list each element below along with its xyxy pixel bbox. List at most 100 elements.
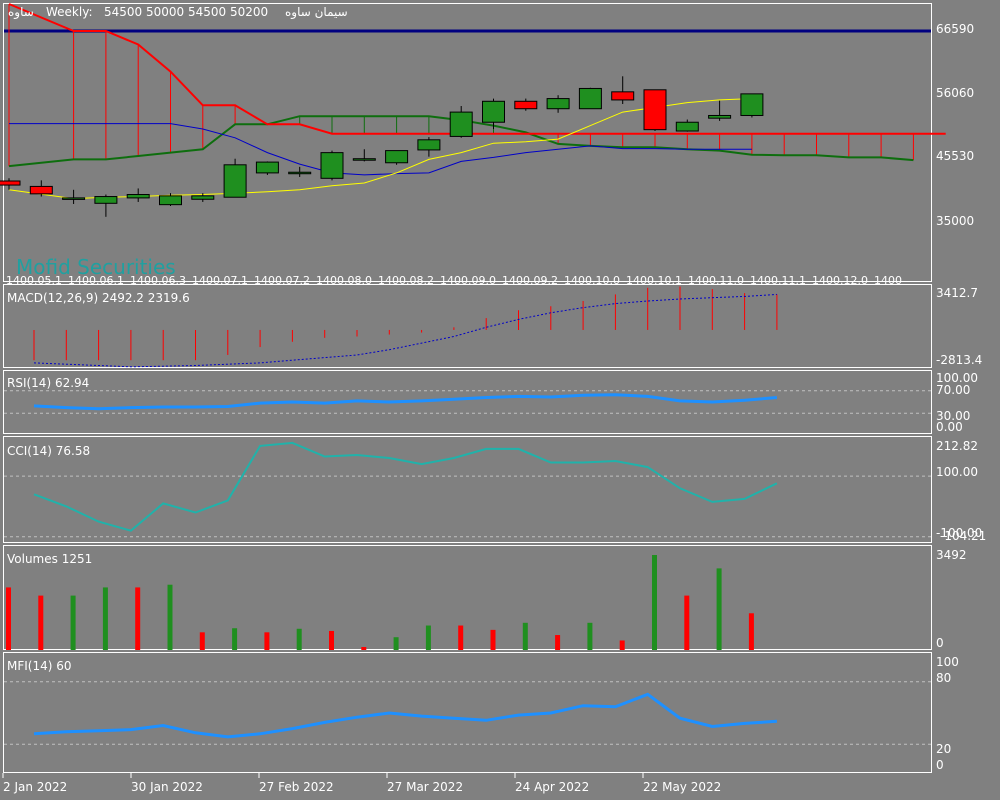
volume-bar <box>102 587 108 650</box>
mfi-level-label: 100 <box>936 655 959 669</box>
volume-bar <box>264 632 270 650</box>
volume-bar <box>652 555 657 650</box>
date-label: 1400.09.0 <box>440 274 496 287</box>
volume-bar <box>296 628 302 650</box>
candle-body <box>417 139 441 151</box>
date-label-row: 1400.05.1 1400.06.1 1400.06.3 1400.07.1 1400… <box>6 274 902 287</box>
volume-bar <box>555 635 561 650</box>
candle-body <box>255 161 279 174</box>
date-label: 1400.11.0 <box>688 274 744 287</box>
date-label: 1400.08.2 <box>378 274 434 287</box>
header-symbol: ساوه <box>8 5 34 20</box>
date-label: 1400.07.2 <box>254 274 310 287</box>
time-axis-label: 2 Jan 2022 <box>3 780 67 794</box>
time-axis-label: 30 Jan 2022 <box>131 780 203 794</box>
mfi-level-label: 80 <box>936 671 951 685</box>
candle-body <box>62 197 86 200</box>
candle-body <box>0 180 21 186</box>
candle-body <box>126 194 150 199</box>
candle-body <box>514 100 538 110</box>
candle-body <box>449 111 473 137</box>
rsi-line <box>33 393 778 411</box>
date-label: 1400.08.0 <box>316 274 372 287</box>
ichimoku-red-line <box>8 3 946 135</box>
mfi-level-label: 20 <box>936 742 951 756</box>
volume-plot <box>6 555 754 650</box>
candle-body <box>643 89 667 131</box>
candle-body <box>320 152 344 179</box>
cci-line <box>33 441 778 532</box>
price-axis-label: 45530 <box>936 149 974 163</box>
volume-panel[interactable] <box>3 545 932 650</box>
volume-top-label: 3492 <box>936 548 967 562</box>
price-plot <box>0 3 946 217</box>
date-label: 1400.10.1 <box>626 274 682 287</box>
volume-bar <box>425 625 431 650</box>
candle-body <box>611 91 635 101</box>
rsi-plot <box>4 390 931 414</box>
macd-bottom-label: -2813.4 <box>936 353 982 367</box>
cci-panel[interactable] <box>3 436 932 543</box>
candle-body <box>29 185 53 195</box>
volume-bar <box>522 622 528 650</box>
volume-bar <box>587 622 593 650</box>
volume-bar <box>684 595 690 650</box>
volume-bar <box>135 587 141 650</box>
mfi-title: MFI(14) 60 <box>7 659 72 673</box>
date-label: 1400.11.1 <box>750 274 806 287</box>
cci-level-label: 100.00 <box>936 465 978 479</box>
candle-body <box>385 150 409 164</box>
volume-bar <box>748 613 754 650</box>
candle-body <box>578 87 602 110</box>
price-panel[interactable] <box>3 3 932 282</box>
rsi-level-label: 0.00 <box>936 420 963 434</box>
date-label: 1400.12.0 <box>812 274 868 287</box>
volume-bar <box>393 637 399 650</box>
time-axis-label: 27 Feb 2022 <box>259 780 334 794</box>
volume-bar <box>232 628 238 650</box>
rsi-level-label: 70.00 <box>936 383 970 397</box>
volume-bar <box>167 584 173 650</box>
candle-body <box>482 100 505 123</box>
date-label: 1400 <box>874 274 902 287</box>
volume-bar <box>38 595 44 650</box>
candle-body <box>675 121 699 132</box>
macd-signal-line <box>33 293 777 368</box>
volume-bar <box>458 625 464 650</box>
time-axis-ticks <box>2 773 644 778</box>
price-axis-label: 35000 <box>936 214 974 228</box>
candle-body <box>223 164 247 198</box>
volume-bar <box>716 568 722 650</box>
volume-bar <box>70 595 76 650</box>
time-axis-label: 22 May 2022 <box>643 780 721 794</box>
date-label: 1400.10.0 <box>564 274 620 287</box>
volume-bar <box>619 640 625 650</box>
mfi-level-label: 0 <box>936 758 944 772</box>
stock-chart-window: ساوه Weekly: 54500 50000 54500 50200 سیم… <box>0 3 986 794</box>
volume-bar <box>329 630 334 650</box>
header-timeframe: Weekly: <box>46 5 92 19</box>
mfi-panel[interactable] <box>3 652 932 773</box>
time-axis-label: 27 Mar 2022 <box>387 780 463 794</box>
volume-bar <box>361 647 367 650</box>
macd-top-label: 3412.7 <box>936 286 978 300</box>
candle-body <box>94 196 118 204</box>
volume-title: Volumes 1251 <box>7 552 92 566</box>
kijun-blue-line <box>9 123 752 176</box>
date-label: 1400.06.1 <box>68 274 124 287</box>
volume-bar <box>6 587 11 650</box>
price-axis-label: 56060 <box>936 86 974 100</box>
date-label: 1400.06.3 <box>130 274 186 287</box>
header-symbol-name: سیمان ساوه <box>285 5 348 20</box>
mfi-plot <box>4 681 931 745</box>
candle-body <box>159 195 182 206</box>
candle-body <box>546 98 570 110</box>
rsi-panel[interactable] <box>3 370 932 434</box>
volume-bottom-label: 0 <box>936 636 944 650</box>
date-label: 1400.07.1 <box>192 274 248 287</box>
cci-level-label: -104.21 <box>940 529 986 543</box>
date-label: 1400.09.2 <box>502 274 558 287</box>
candle-body <box>352 158 376 161</box>
cci-plot <box>4 441 931 538</box>
candle-body <box>708 114 732 119</box>
